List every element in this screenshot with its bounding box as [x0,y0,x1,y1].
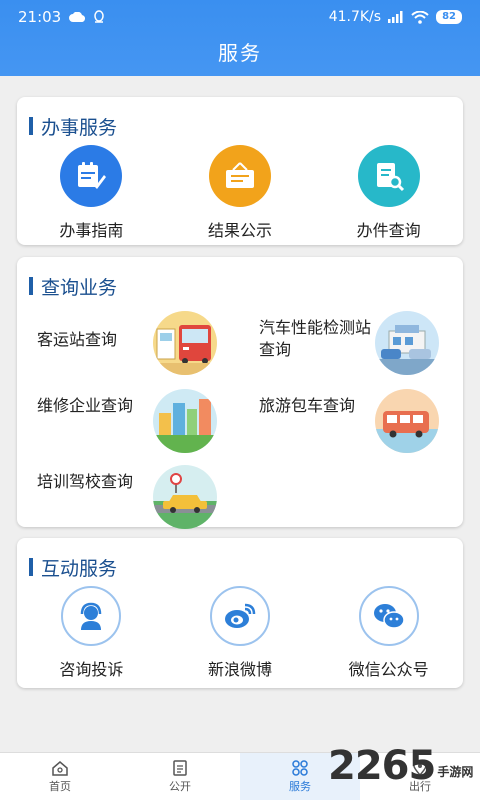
bus-station-query-button[interactable]: 客运站查询 [37,311,247,381]
service-guide-label: 办事指南 [59,221,124,240]
wechat-account-button[interactable]: 微信公众号 [319,586,459,680]
section-bar [29,277,33,295]
guide-icon [60,145,123,207]
tab-home-label: 首页 [49,779,71,793]
bus-station-illustration [153,311,217,375]
page-title: 服务 [218,41,262,65]
inspection-station-query-button[interactable]: 汽车性能检测站查询 [259,311,469,381]
section-cha-xun: 查询业务 客运站查询 汽车性能检测站查询 维修企业查询 旅游包车查询 培训驾校查… [17,257,463,529]
wifi-icon [411,10,429,24]
consult-complaint-button[interactable]: 咨询投诉 [21,586,161,680]
section-bar [29,558,33,576]
tour-bus-illustration [375,389,439,453]
repair-company-query-label: 维修企业查询 [37,396,134,415]
tab-home[interactable]: 首页 [0,753,120,800]
section-bar [29,117,33,135]
inspection-station-query-label: 汽车性能检测站查询 [259,318,372,359]
grid-icon [292,759,308,776]
watermark-number: 2265 [328,743,436,789]
wechat-account-label: 微信公众号 [348,660,429,679]
tab-public[interactable]: 公开 [120,753,240,800]
qq-icon [94,10,104,23]
section-hu-dong: 互动服务 咨询投诉 新浪微博 微信公众号 [17,538,463,688]
weibo-label: 新浪微博 [207,660,272,679]
section-title: 办事服务 [41,116,118,139]
notice-board-icon [208,145,271,207]
app-header: 21:03 41.7K/s 82 服务 [0,0,480,76]
charter-bus-query-label: 旅游包车查询 [259,396,356,415]
watermark-text: 手游网 [437,765,474,779]
repair-company-query-button[interactable]: 维修企业查询 [37,389,247,459]
case-query-label: 办件查询 [356,221,421,240]
case-query-button[interactable]: 办件查询 [319,145,459,241]
tab-service-label: 服务 [289,779,311,793]
home-icon [52,760,68,776]
document-icon [173,759,187,776]
section-ban-shi: 办事服务 办事指南 结果公示 办件查询 [17,97,463,245]
city-buildings-illustration [153,389,217,453]
status-time: 21:03 [18,8,62,26]
customer-service-icon [61,586,122,646]
service-guide-button[interactable]: 办事指南 [21,145,161,241]
result-notice-label: 结果公示 [207,221,272,240]
driving-school-query-button[interactable]: 培训驾校查询 [37,465,247,535]
driving-school-query-label: 培训驾校查询 [37,472,134,491]
battery-icon: 82 [436,10,462,24]
tab-public-label: 公开 [169,779,191,793]
driving-school-car-illustration [153,465,217,529]
signal-icon [388,11,403,23]
vehicle-inspection-illustration [375,311,439,375]
weibo-icon [209,586,270,646]
bus-station-query-label: 客运站查询 [37,330,118,349]
section-title: 互动服务 [41,557,118,580]
document-search-icon [357,145,420,207]
watermark-logo: 2265 手游网 [328,744,473,788]
consult-complaint-label: 咨询投诉 [59,660,124,679]
result-notice-button[interactable]: 结果公示 [170,145,310,241]
network-speed: 41.7K/s [328,9,382,25]
status-bar: 21:03 41.7K/s 82 [0,0,480,34]
wechat-icon [358,586,419,646]
charter-bus-query-button[interactable]: 旅游包车查询 [259,389,469,459]
weibo-button[interactable]: 新浪微博 [170,586,310,680]
section-title: 查询业务 [41,276,118,299]
cloud-icon [69,12,86,22]
